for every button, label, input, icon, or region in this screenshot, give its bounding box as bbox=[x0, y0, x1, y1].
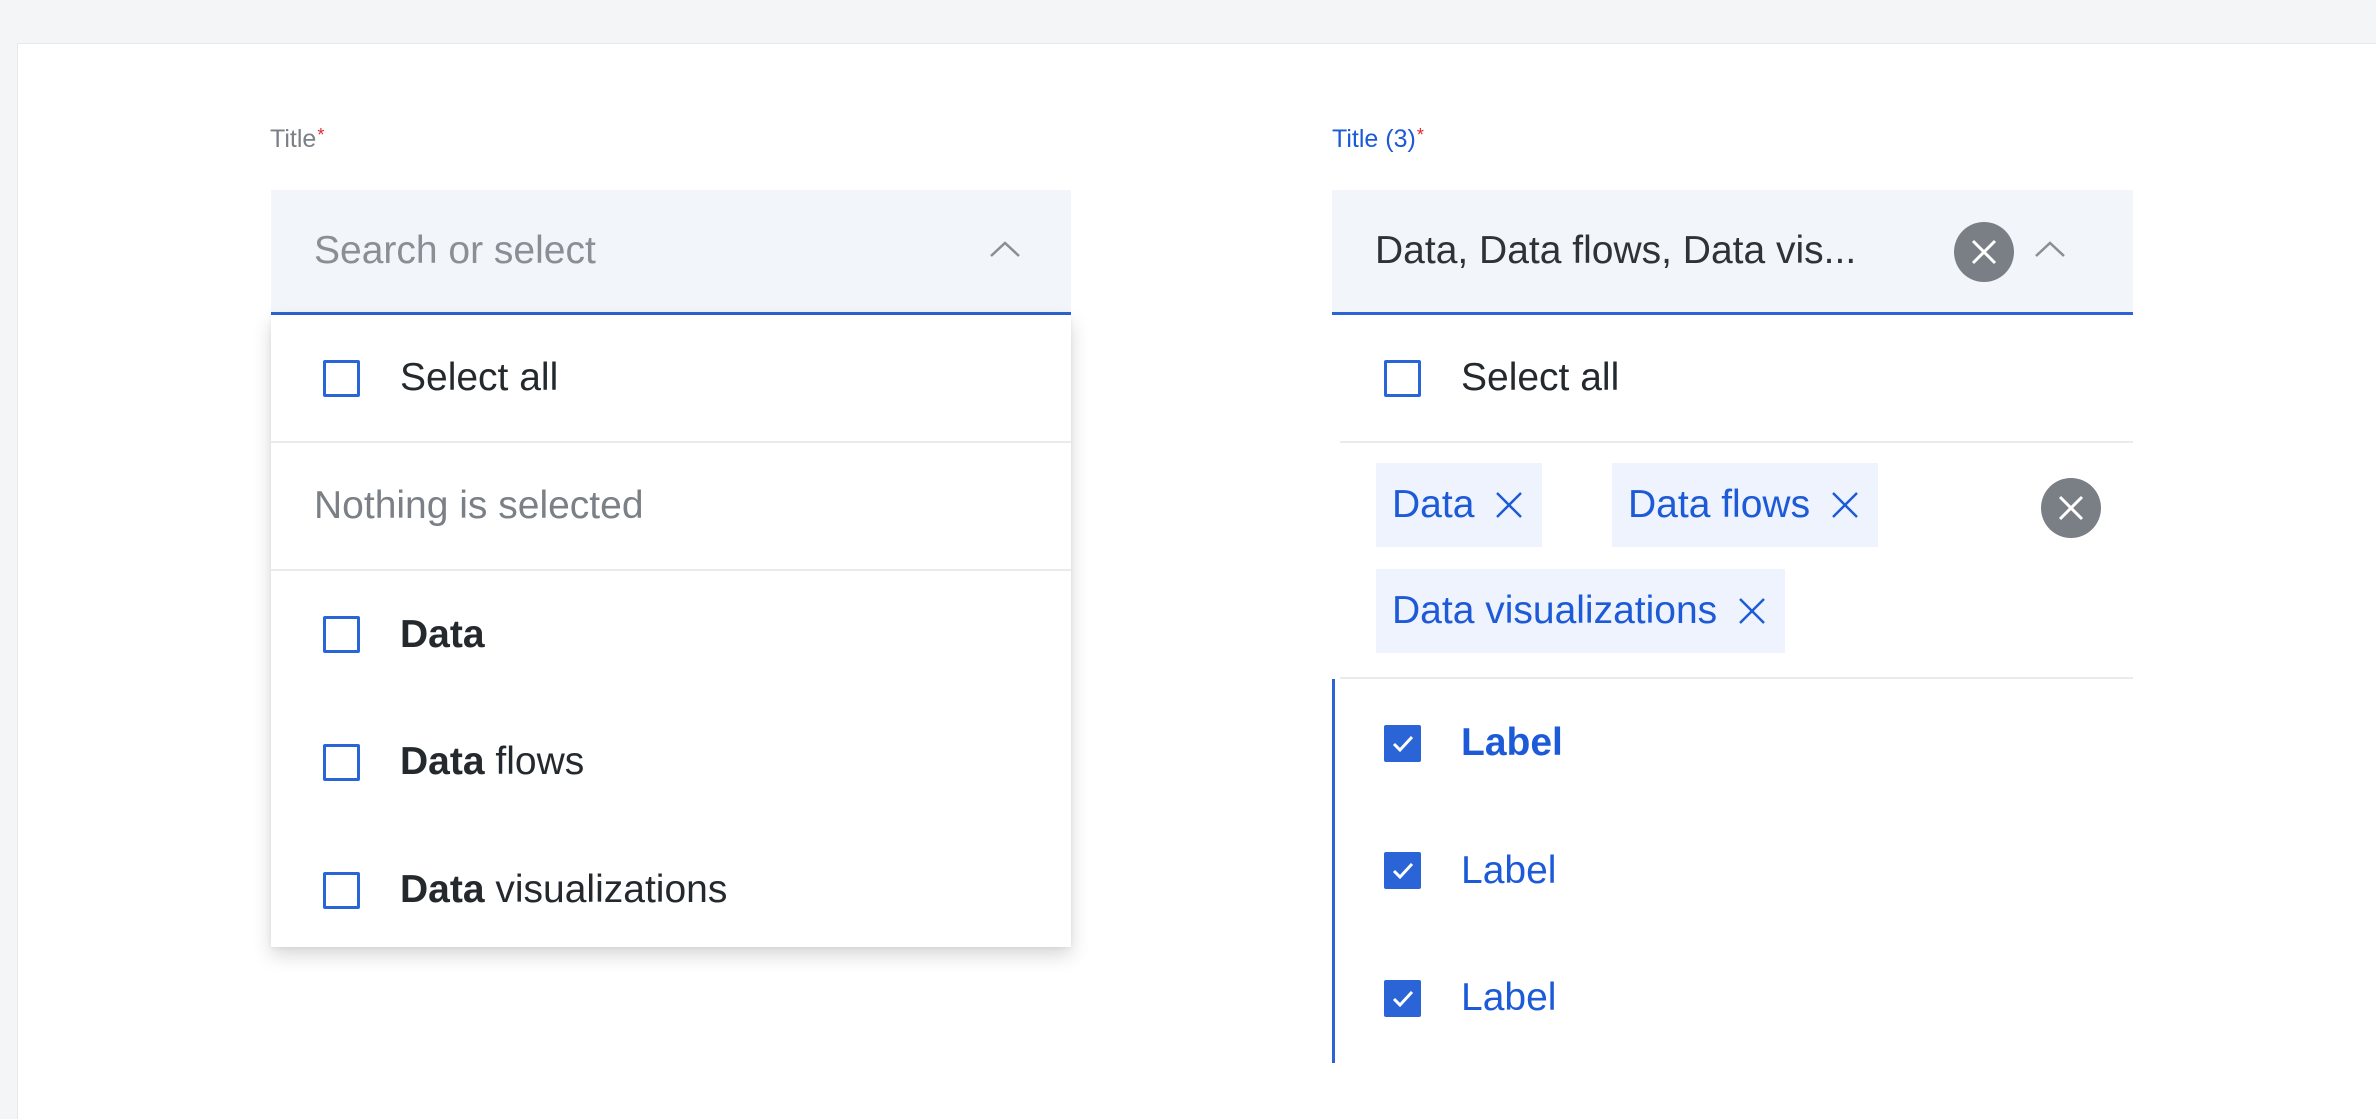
option-checkbox[interactable] bbox=[323, 743, 360, 781]
chip-data-visualizations[interactable]: Data visualizations bbox=[1376, 569, 1786, 653]
chip-label: Data bbox=[1392, 483, 1475, 526]
divider bbox=[1340, 441, 2133, 443]
select-all-checkbox[interactable] bbox=[323, 359, 360, 397]
option-label: Data visualizations bbox=[400, 868, 728, 911]
clear-icon[interactable] bbox=[1954, 222, 2014, 282]
selected-values-text: Data, Data flows, Data vis... bbox=[1375, 229, 1857, 272]
chevron-up-icon[interactable] bbox=[985, 230, 1025, 270]
right-dropdown: Select all Data Data flows Data visualiz bbox=[1332, 315, 2133, 1095]
chip-data-flows[interactable]: Data flows bbox=[1612, 463, 1879, 547]
select-all-checkbox[interactable] bbox=[1384, 359, 1421, 397]
canvas: Title* Search or select Select all Nothi… bbox=[17, 43, 2376, 1119]
chevron-up-icon[interactable] bbox=[2030, 230, 2070, 270]
select-all-row[interactable]: Select all bbox=[271, 315, 1071, 441]
option-checkbox[interactable] bbox=[323, 871, 360, 909]
close-icon[interactable] bbox=[1735, 594, 1769, 628]
clear-chips-icon[interactable] bbox=[2041, 478, 2101, 538]
option-label-3[interactable]: Label bbox=[1332, 934, 2133, 1062]
left-field-label: Title* bbox=[270, 125, 324, 154]
check-icon bbox=[1392, 990, 1414, 1007]
option-label: Data flows bbox=[400, 740, 585, 783]
search-placeholder: Search or select bbox=[314, 229, 596, 272]
option-label-1[interactable]: Label bbox=[1332, 679, 2133, 807]
left-search-input[interactable]: Search or select bbox=[271, 190, 1071, 315]
option-label: Label bbox=[1461, 976, 1557, 1019]
check-icon bbox=[1392, 862, 1414, 880]
chip-data[interactable]: Data bbox=[1376, 463, 1543, 547]
option-checkbox-checked[interactable] bbox=[1384, 979, 1421, 1017]
left-label-text: Title bbox=[270, 125, 317, 153]
option-checkbox[interactable] bbox=[323, 616, 360, 653]
option-label-2[interactable]: Label bbox=[1332, 807, 2133, 934]
select-all-label: Select all bbox=[400, 356, 559, 399]
required-mark: * bbox=[1416, 125, 1424, 145]
empty-state: Nothing is selected bbox=[271, 443, 1071, 569]
required-mark: * bbox=[317, 125, 325, 145]
option-checkbox-checked[interactable] bbox=[1384, 724, 1421, 762]
right-label-text: Title (3) bbox=[1332, 125, 1416, 153]
option-data[interactable]: Data bbox=[271, 571, 1071, 698]
right-select-input[interactable]: Data, Data flows, Data vis... bbox=[1332, 190, 2133, 315]
option-data-flows[interactable]: Data flows bbox=[271, 698, 1071, 826]
select-all-row[interactable]: Select all bbox=[1332, 315, 2133, 441]
select-all-label: Select all bbox=[1461, 356, 1620, 399]
option-label: Label bbox=[1461, 848, 1557, 892]
option-checkbox-checked[interactable] bbox=[1384, 852, 1421, 889]
chip-label: Data visualizations bbox=[1392, 589, 1718, 632]
right-field-label: Title (3)* bbox=[1332, 125, 1424, 154]
chip-label: Data flows bbox=[1628, 483, 1811, 526]
empty-state-text: Nothing is selected bbox=[314, 484, 644, 527]
close-icon[interactable] bbox=[1492, 488, 1526, 522]
option-label: Label bbox=[1461, 721, 1563, 764]
left-dropdown: Select all Nothing is selected Data Data… bbox=[271, 315, 1071, 947]
close-icon[interactable] bbox=[1828, 488, 1862, 522]
check-icon bbox=[1392, 735, 1414, 752]
option-label: Data bbox=[400, 612, 485, 656]
option-data-visualizations[interactable]: Data visualizations bbox=[271, 826, 1071, 954]
